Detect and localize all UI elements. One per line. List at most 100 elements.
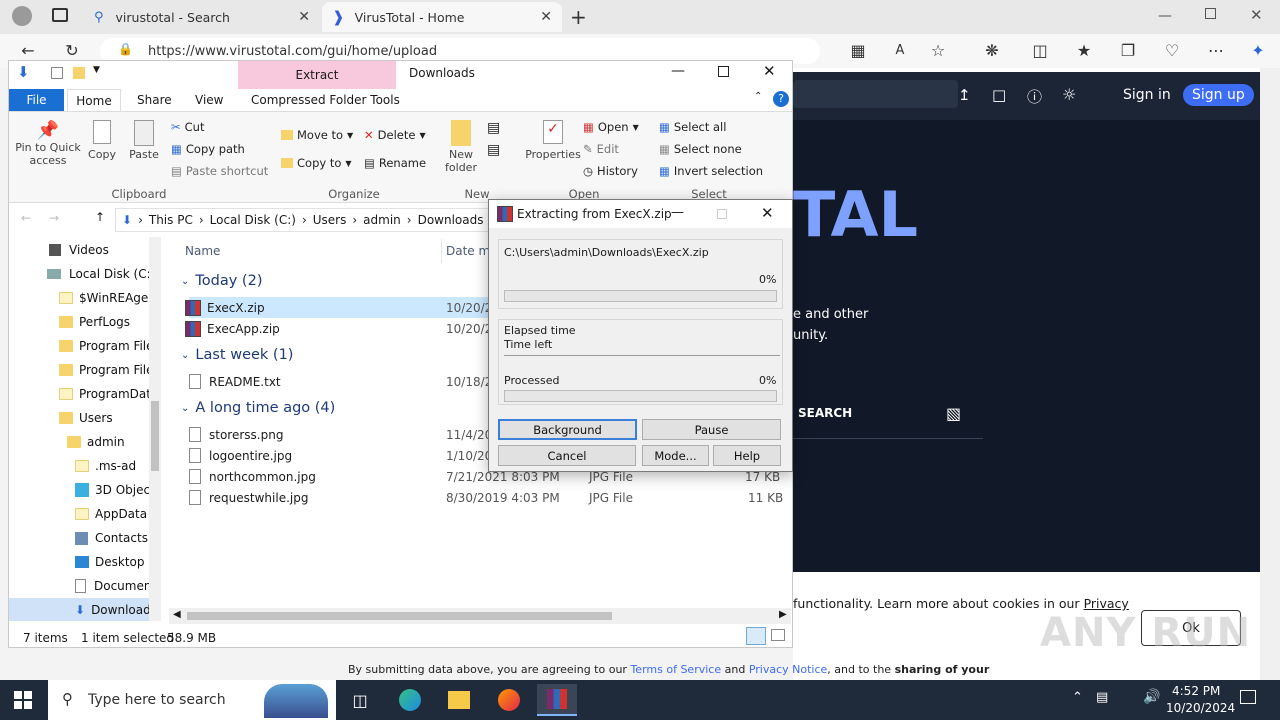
properties-qat-icon[interactable]	[51, 67, 63, 79]
firefox-icon[interactable]	[489, 684, 529, 716]
close-tab-icon[interactable]: ✕	[540, 9, 552, 25]
pause-button[interactable]: Pause	[642, 419, 781, 440]
extensions-icon[interactable]: ❋	[982, 41, 1002, 61]
nav-item-contacts[interactable]: Contacts	[75, 526, 148, 550]
collapse-ribbon-icon[interactable]: ⌃	[754, 91, 762, 102]
folder-qat-icon[interactable]	[73, 67, 85, 79]
back-icon[interactable]: ←	[18, 41, 38, 61]
nav-item-downloads[interactable]: ⬇ Downloads	[9, 598, 157, 621]
start-button[interactable]	[14, 691, 32, 709]
clock-date[interactable]: 10/20/2024	[1166, 701, 1235, 715]
sign-in-link[interactable]: Sign in	[1123, 87, 1171, 103]
vt-search-box[interactable]	[793, 80, 958, 108]
copy-path-button[interactable]: ▦ Copy path	[171, 142, 245, 156]
file-row[interactable]: requestwhile.jpg 8/30/2019 4:03 PM JPG F…	[189, 487, 789, 508]
back-arrow-icon[interactable]: ←	[21, 211, 31, 225]
breadcrumb-item[interactable]: admin	[363, 213, 401, 227]
nav-item-local-disk[interactable]: Local Disk (C:)	[47, 262, 155, 286]
health-icon[interactable]: ♡	[1162, 41, 1182, 61]
nav-item-programdata[interactable]: ProgramData	[59, 382, 158, 406]
privacy-notice-link[interactable]: Privacy Notice	[749, 663, 827, 676]
select-all-button[interactable]: ▦ Select all	[659, 120, 726, 134]
pin-quick-access-button[interactable]: 📌 Pin to Quick access	[13, 120, 83, 167]
new-item-icon[interactable]: ▤	[487, 120, 500, 136]
nav-item-admin[interactable]: admin	[67, 430, 125, 454]
apps-icon[interactable]: ▦	[848, 41, 868, 61]
volume-icon[interactable]: 🔊	[1143, 689, 1160, 705]
up-arrow-icon[interactable]: ↑	[95, 210, 105, 224]
close-tab-icon[interactable]: ✕	[298, 9, 310, 25]
breadcrumb-item[interactable]: Users	[313, 213, 347, 227]
nav-scroll-thumb[interactable]	[151, 401, 159, 471]
nav-item-program-files[interactable]: Program Files	[59, 334, 160, 358]
nav-item-ms-ad[interactable]: .ms-ad	[75, 454, 136, 478]
collections-icon[interactable]: ❐	[1118, 41, 1138, 61]
breadcrumb[interactable]: ⬇ › This PC › Local Disk (C:) › Users › adm…	[115, 208, 515, 232]
scroll-right-icon[interactable]: ▶	[779, 609, 787, 620]
details-view-icon[interactable]	[746, 627, 766, 645]
rename-button[interactable]: ▤ Rename	[364, 156, 426, 170]
group-header-last-week[interactable]: ⌄ Last week (1)	[181, 347, 293, 363]
nav-item-winreagent[interactable]: $WinREAgent	[59, 286, 161, 310]
notifications-icon[interactable]	[1240, 690, 1256, 704]
minimize-icon[interactable]: —	[671, 205, 684, 220]
chat-icon[interactable]: □	[992, 86, 1006, 104]
scroll-left-icon[interactable]: ◀	[173, 609, 181, 620]
select-none-button[interactable]: ▦ Select none	[659, 142, 742, 156]
edge-icon[interactable]	[390, 684, 430, 716]
tab-virustotal-search[interactable]: ⚲ virustotal - Search ✕	[84, 2, 320, 32]
file-row-selected[interactable]: ExecX.zip 10/20/20	[185, 297, 500, 318]
close-icon[interactable]: ✕	[761, 204, 774, 222]
breadcrumb-item[interactable]: This PC	[149, 213, 193, 227]
cancel-button[interactable]: Cancel	[498, 445, 636, 466]
compressed-folder-tools-tab[interactable]: Compressed Folder Tools	[251, 93, 400, 107]
large-icons-view-icon[interactable]	[771, 629, 785, 641]
delete-button[interactable]: ✕ Delete ▼	[364, 128, 426, 142]
group-header-today[interactable]: ⌄ Today (2)	[181, 273, 262, 289]
new-tab-button[interactable]: +	[570, 5, 587, 29]
horizontal-scrollbar[interactable]: ◀ ▶	[169, 608, 791, 624]
winrar-taskbar-icon[interactable]	[537, 684, 577, 716]
page-scrollbar[interactable]	[1260, 68, 1280, 680]
paste-button[interactable]: Paste	[129, 120, 159, 161]
close-icon[interactable]: ✕	[763, 62, 776, 80]
restore-window-icon[interactable]	[1205, 8, 1216, 19]
group-header-long-ago[interactable]: ⌄ A long time ago (4)	[181, 400, 335, 416]
tab-actions-icon[interactable]	[52, 8, 68, 22]
copy-button[interactable]: Copy	[87, 120, 117, 161]
profile-avatar[interactable]	[12, 6, 32, 26]
show-hidden-icons[interactable]: ⌃	[1072, 690, 1083, 705]
help-icon[interactable]: ⓘ	[1027, 86, 1042, 107]
maximize-icon[interactable]	[718, 66, 729, 77]
home-tab[interactable]: Home	[67, 89, 121, 112]
network-icon[interactable]: ▤	[1096, 690, 1108, 705]
taskbar-search[interactable]: ⚲ Type here to search	[48, 680, 336, 720]
nav-item-program-files-x86[interactable]: Program Files	[59, 358, 160, 382]
edit-button[interactable]: ✎ Edit	[583, 142, 619, 156]
help-icon[interactable]: ?	[773, 91, 789, 107]
new-folder-button[interactable]: New folder	[441, 120, 481, 174]
breadcrumb-item[interactable]: Downloads	[418, 213, 484, 227]
extract-context-tab[interactable]: Extract	[238, 61, 396, 89]
share-tab[interactable]: Share	[137, 93, 172, 107]
favorite-star-icon[interactable]: ☆	[928, 41, 948, 61]
background-button[interactable]: Background	[498, 419, 637, 440]
more-menu-icon[interactable]: ⋯	[1206, 41, 1226, 61]
terms-link[interactable]: Terms of Service	[630, 663, 721, 676]
file-tab[interactable]: File	[9, 89, 64, 111]
properties-button[interactable]: ✓ Properties	[523, 120, 583, 161]
read-aloud-icon[interactable]: A	[890, 41, 910, 61]
customize-qat-icon[interactable]: ▼	[93, 65, 100, 75]
nav-item-videos[interactable]: Videos	[49, 238, 109, 262]
paste-shortcut-button[interactable]: ▤ Paste shortcut	[171, 164, 268, 178]
copy-to-button[interactable]: Copy to ▼	[281, 156, 352, 170]
upload-icon[interactable]: ↥	[958, 86, 971, 104]
split-screen-icon[interactable]: ◫	[1030, 41, 1050, 61]
minimize-icon[interactable]: —	[671, 63, 685, 79]
privacy-link[interactable]: Privacy	[1084, 596, 1129, 611]
tab-search[interactable]: SEARCH	[798, 406, 852, 420]
tab-virustotal-home[interactable]: ❱ VirusTotal - Home ✕	[322, 2, 562, 32]
copilot-icon[interactable]: ✦	[1248, 41, 1268, 61]
sign-up-button[interactable]: Sign up	[1183, 84, 1254, 106]
history-button[interactable]: ◷ History	[583, 164, 638, 178]
